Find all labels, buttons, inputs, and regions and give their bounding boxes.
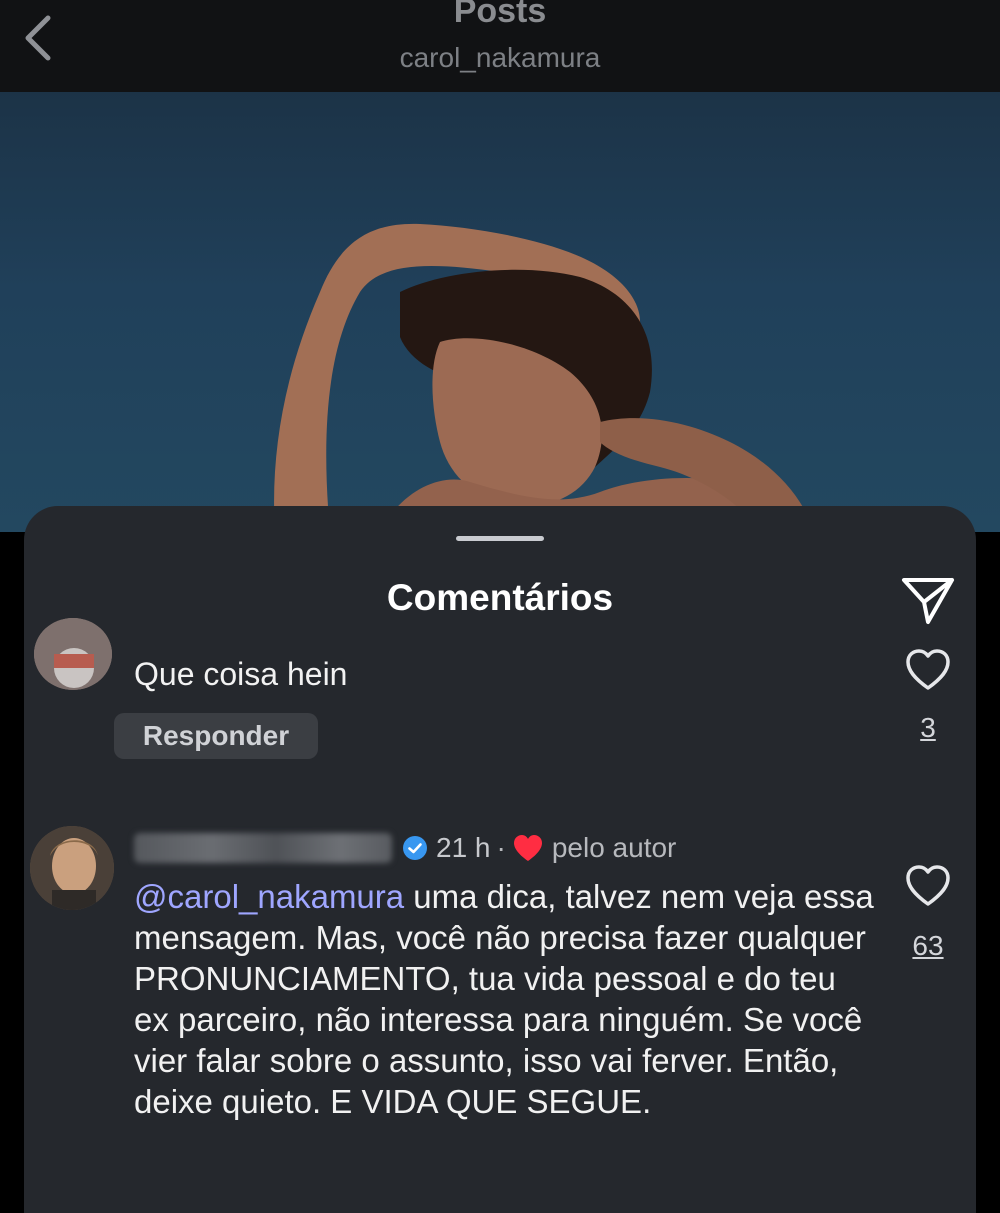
comment-meta: 21 h · pelo autor: [134, 828, 676, 868]
comment-text: Que coisa hein: [134, 656, 348, 692]
reply-button[interactable]: Responder: [114, 713, 318, 759]
page-subtitle-username[interactable]: carol_nakamura: [0, 42, 1000, 74]
verified-badge-icon: [403, 836, 427, 860]
heart-filled-icon: [513, 835, 542, 861]
avatar[interactable]: [34, 618, 112, 690]
top-bar: Posts carol_nakamura: [0, 0, 1000, 92]
page-title: Posts: [453, 0, 547, 30]
comment-body: @carol_nakamura uma dica, talvez nem vej…: [134, 876, 874, 1122]
avatar-image: [30, 826, 114, 910]
post-photo[interactable]: [0, 92, 1000, 532]
avatar-image: [34, 618, 112, 690]
like-count[interactable]: 63: [900, 930, 956, 962]
comment-time: 21 h: [436, 832, 491, 863]
meta-separator: ·: [496, 832, 506, 863]
paper-plane-icon[interactable]: [898, 572, 958, 628]
avatar[interactable]: [30, 826, 114, 910]
mention-link[interactable]: @carol_nakamura: [134, 878, 404, 915]
heart-outline-icon[interactable]: [904, 648, 952, 692]
sheet-title: Comentários: [386, 577, 614, 618]
like-count[interactable]: 3: [904, 712, 952, 744]
blurred-username[interactable]: [134, 833, 392, 863]
sheet-drag-handle[interactable]: [456, 536, 544, 541]
liked-by-author-label: pelo autor: [551, 832, 677, 863]
post-photo-illustration: [274, 223, 820, 532]
heart-outline-icon[interactable]: [904, 864, 952, 908]
